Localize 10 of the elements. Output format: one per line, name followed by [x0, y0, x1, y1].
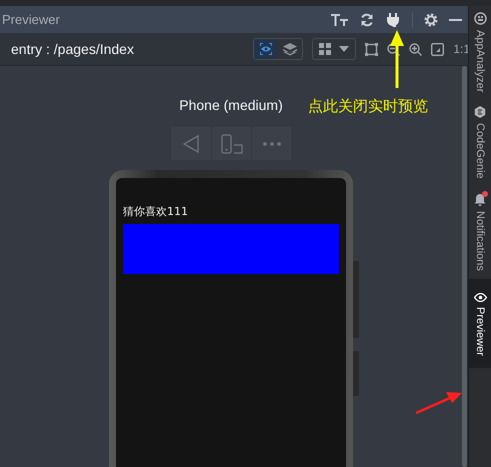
device-name: Phone (medium) — [179, 97, 283, 113]
annotation-text: 点此关闭实时预览 — [308, 97, 428, 116]
side-tab[interactable]: AppAnalyzer — [469, 6, 491, 100]
page-path: entry : /pages/Index — [11, 41, 134, 57]
app-text: 猜你喜欢111 — [123, 204, 189, 219]
panel-title: Previewer — [2, 12, 60, 27]
actual-size-button[interactable]: 1:1 — [453, 42, 470, 56]
side-tab[interactable]: CodeGenie — [469, 100, 491, 188]
side-tab[interactable]: Previewer — [469, 278, 491, 368]
side-tab[interactable]: Notifications — [469, 187, 491, 279]
